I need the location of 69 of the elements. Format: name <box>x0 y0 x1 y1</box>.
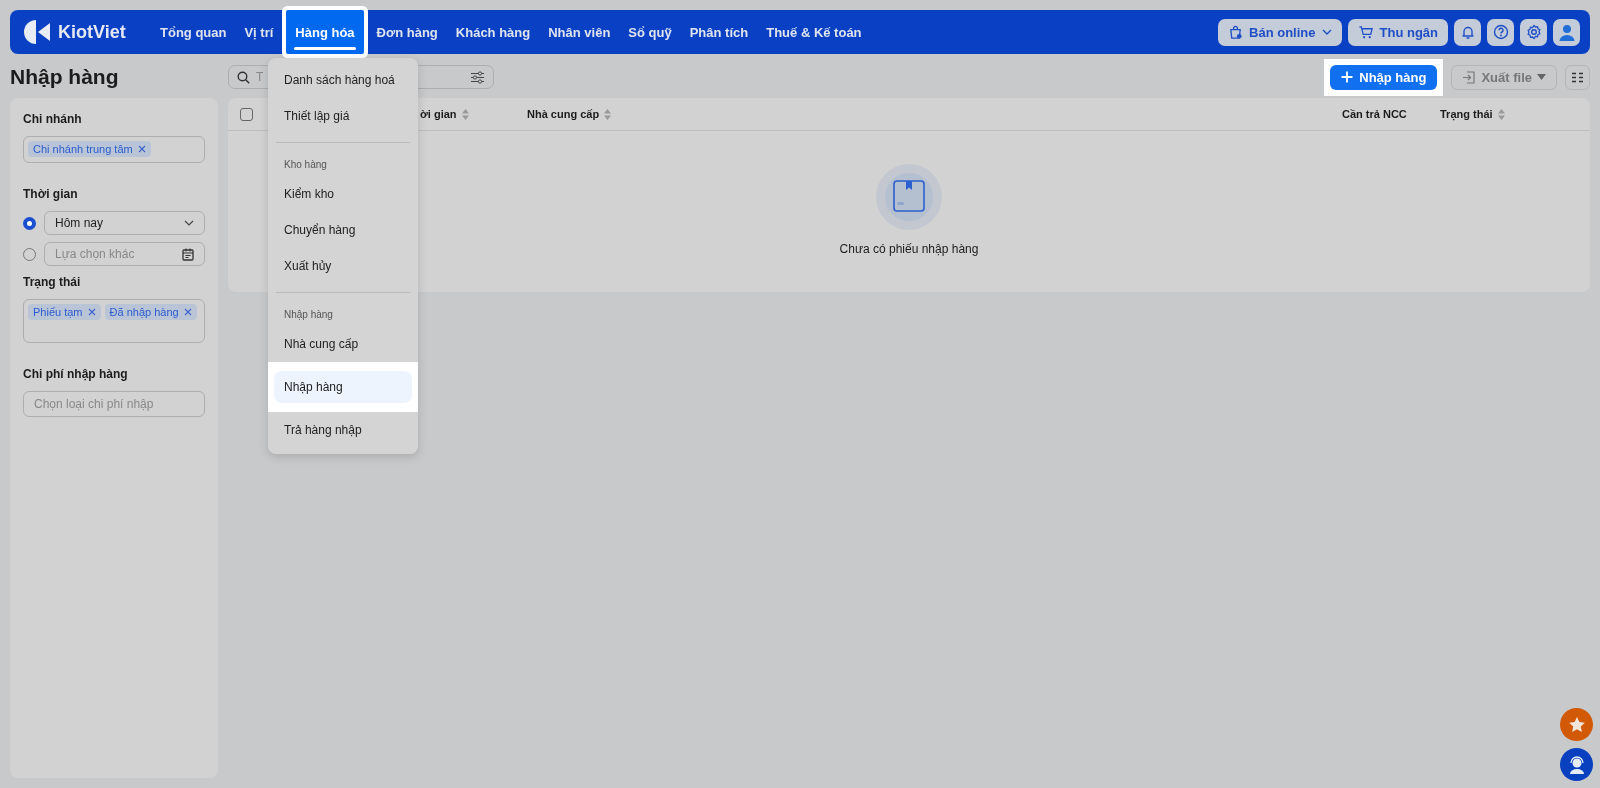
nav-tab[interactable]: Đơn hàng <box>367 10 447 54</box>
status-field[interactable]: Phiếu tạm Đã nhập hàng <box>23 299 205 343</box>
filter-chip: Phiếu tạm <box>28 304 101 320</box>
time-select[interactable]: Hôm nay <box>44 211 205 235</box>
calendar-icon <box>182 247 194 261</box>
add-import-button[interactable]: Nhập hàng <box>1330 64 1438 90</box>
filter-label: Chi phí nhập hàng <box>23 367 129 381</box>
select-all-checkbox[interactable] <box>240 107 253 121</box>
settings-button[interactable] <box>1520 18 1547 46</box>
menu-section-header: Kho hàng <box>283 158 328 172</box>
menu-item[interactable]: Xuất hủy <box>274 250 412 282</box>
remove-icon[interactable] <box>87 308 96 316</box>
nav-tab[interactable]: Phân tích <box>680 10 758 54</box>
user-avatar-icon <box>1557 23 1576 41</box>
menu-item[interactable]: Kiểm kho <box>274 178 412 210</box>
menu-section-header: Nhập hàng <box>283 308 334 322</box>
menu-item[interactable]: Trả hàng nhập <box>274 414 412 446</box>
filter-label: Thời gian <box>23 187 79 201</box>
filter-chip: Chi nhánh trung tâm <box>28 141 151 157</box>
cost-field[interactable]: Chọn loại chi phí nhập <box>23 391 205 417</box>
help-button[interactable] <box>1487 18 1514 46</box>
caret-icon <box>1537 74 1546 80</box>
empty-box-icon <box>876 164 942 230</box>
menu-item[interactable]: Nhập hàng <box>274 371 412 403</box>
column-header[interactable]: Nhà cung cấp <box>527 108 1342 120</box>
menu-item[interactable]: Chuyển hàng <box>274 214 412 246</box>
nav-tab[interactable]: Tổng quan <box>151 10 236 54</box>
sort-icon <box>604 108 612 120</box>
remove-icon[interactable] <box>183 308 192 316</box>
menu-item[interactable]: Nhà cung cấp <box>274 328 412 360</box>
nav-tab[interactable]: Khách hàng <box>446 10 540 54</box>
brand-name: KiotViet <box>58 21 126 43</box>
filter-label: Chi nhánh <box>23 112 83 126</box>
chevron-down-icon <box>184 218 194 228</box>
cart-icon <box>1357 24 1374 40</box>
file-export-icon <box>1462 70 1477 84</box>
online-sale-button[interactable]: Bán online <box>1218 18 1342 46</box>
nav-tab[interactable]: Thuế & Kế toán <box>757 10 871 54</box>
cashier-button[interactable]: Thu ngân <box>1347 18 1448 46</box>
sort-icon <box>461 108 469 120</box>
settings-icon <box>1525 24 1542 40</box>
column-settings-button[interactable] <box>1565 64 1590 90</box>
bell-icon <box>1460 24 1475 40</box>
account-button[interactable] <box>1553 18 1580 46</box>
notification-button[interactable] <box>1454 18 1481 46</box>
page-title: Nhập hàng <box>10 64 120 90</box>
remove-icon[interactable] <box>137 145 146 153</box>
filter-label: Trạng thái <box>23 275 82 289</box>
chevron-down-icon <box>1321 27 1332 37</box>
star-icon <box>1567 715 1586 734</box>
nav-tab[interactable]: Nhân viên <box>539 10 620 54</box>
radio-button[interactable] <box>23 216 36 230</box>
logo-icon <box>24 18 52 46</box>
nav-tab[interactable]: Sổ quỹ <box>619 10 681 54</box>
plus-icon <box>1341 71 1354 83</box>
sort-icon <box>1497 108 1505 120</box>
support-button[interactable] <box>1560 748 1593 781</box>
column-header[interactable]: Cần trả NCC <box>1342 108 1440 120</box>
list-icon <box>1571 71 1584 83</box>
nav-tab[interactable]: Vị trí <box>235 10 283 54</box>
branch-field[interactable]: Chi nhánh trung tâm <box>23 136 205 163</box>
search-icon <box>237 70 250 84</box>
help-icon <box>1492 24 1509 40</box>
column-header[interactable]: Trạng thái <box>1440 108 1590 120</box>
empty-message: Chưa có phiếu nhập hàng <box>839 242 979 256</box>
filter-sliders-icon[interactable] <box>470 70 485 84</box>
shopping-bag-icon <box>1228 24 1244 40</box>
filter-chip: Đã nhập hàng <box>104 304 197 320</box>
favorite-button[interactable] <box>1560 708 1593 741</box>
